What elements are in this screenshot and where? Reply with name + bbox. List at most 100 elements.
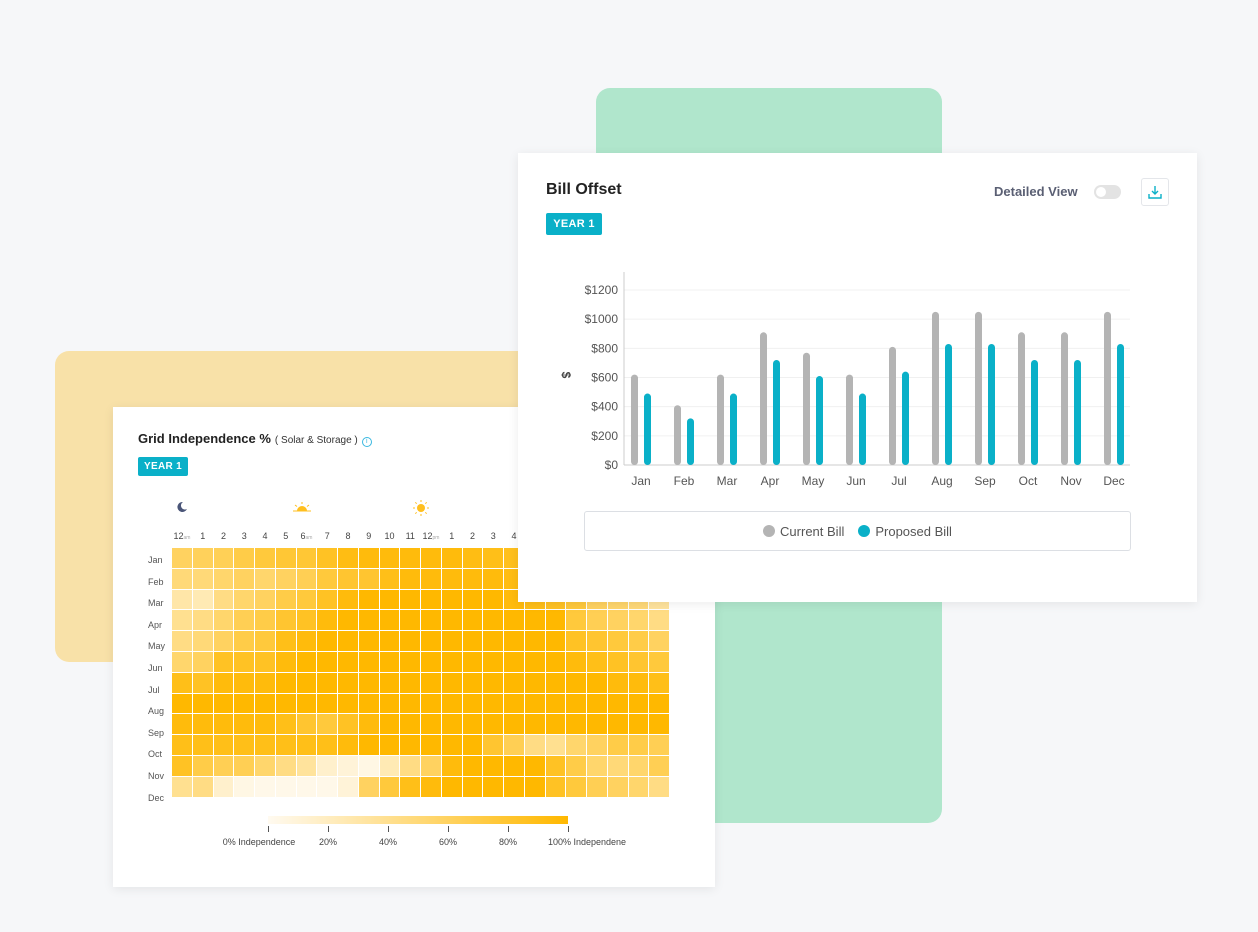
x-tick-label: Jun — [846, 474, 865, 488]
hour-label: 3 — [234, 531, 254, 541]
heatmap-cell — [441, 693, 462, 714]
heatmap-cell — [504, 672, 524, 693]
heatmap-cell — [587, 652, 607, 672]
heatmap-cell — [462, 631, 483, 651]
heatmap-cell — [566, 776, 586, 797]
hour-value: 3 — [241, 531, 247, 541]
heatmap-cell — [587, 693, 607, 714]
heatmap-cell — [275, 610, 296, 631]
heatmap-cell — [192, 672, 213, 693]
heatmap-cell — [421, 589, 441, 610]
heatmap-cell — [296, 652, 317, 672]
heatmap-cell — [234, 693, 254, 714]
y-tick-label: $200 — [591, 429, 618, 443]
heatmap-cell — [524, 610, 545, 631]
heatmap-cell — [649, 672, 669, 693]
heatmap-cell — [379, 631, 400, 651]
hour-label: 2 — [463, 531, 483, 541]
legend-tick-label: 40% — [378, 837, 398, 847]
heatmap-cell — [504, 756, 524, 776]
heatmap-cell — [338, 756, 358, 776]
heatmap-cell — [628, 776, 649, 797]
heatmap-cell — [234, 548, 254, 568]
heatmap-cell — [462, 776, 483, 797]
heatmap-cell — [607, 631, 628, 651]
x-tick-label: May — [802, 474, 825, 488]
heatmap-cell — [462, 714, 483, 735]
heatmap-cell — [566, 756, 586, 776]
heatmap-cell — [338, 714, 358, 735]
heatmap-cell — [172, 776, 192, 797]
heatmap-cell — [483, 631, 503, 651]
legend-item-proposed-bill[interactable]: Proposed Bill — [858, 524, 952, 539]
sunrise-icon — [293, 502, 311, 512]
heatmap-cell — [587, 610, 607, 631]
heatmap-cell — [524, 652, 545, 672]
hour-label: 5 — [276, 531, 296, 541]
heatmap-cell — [566, 631, 586, 651]
x-tick-label: Jan — [631, 474, 650, 488]
heatmap-cell — [462, 548, 483, 568]
heatmap-cell — [545, 756, 566, 776]
heatmap-cell — [607, 610, 628, 631]
heatmap-cell — [379, 672, 400, 693]
heatmap-cell — [338, 652, 358, 672]
bar-current-bill — [674, 405, 681, 465]
heatmap-cell — [192, 693, 213, 714]
heatmap-cell — [275, 714, 296, 735]
heatmap-cell — [504, 631, 524, 651]
heatmap-cell — [566, 652, 586, 672]
heatmap-cell — [192, 652, 213, 672]
heatmap-cell — [421, 548, 441, 568]
bar-proposed-bill — [1117, 343, 1124, 465]
heatmap-cell — [441, 776, 462, 797]
heatmap-cell — [379, 610, 400, 631]
heatmap-cell — [255, 548, 275, 568]
heatmap-cell — [192, 610, 213, 631]
heatmap-cell — [421, 610, 441, 631]
heatmap-cell — [338, 631, 358, 651]
heatmap-cell — [400, 776, 420, 797]
heatmap-cell — [255, 589, 275, 610]
heatmap-cell — [545, 693, 566, 714]
heatmap-cell — [379, 548, 400, 568]
year-badge[interactable]: YEAR 1 — [138, 457, 188, 476]
heatmap-cell — [296, 714, 317, 735]
heatmap-cell — [255, 756, 275, 776]
heatmap-cell — [566, 714, 586, 735]
heatmap-cell — [421, 756, 441, 776]
heatmap-cell — [545, 672, 566, 693]
hour-value: 3 — [490, 531, 496, 541]
info-icon[interactable]: i — [361, 437, 372, 447]
heatmap-cell — [400, 610, 420, 631]
heatmap-cell — [172, 610, 192, 631]
heatmap-cell — [296, 693, 317, 714]
heatmap-cell — [296, 589, 317, 610]
bill-offset-chart: $0 $200 $400 $600 $800 $1000 $1200 $ Jan Feb Mar Ap… — [559, 272, 1130, 488]
heatmap-cell — [649, 693, 669, 714]
heatmap-cell — [255, 568, 275, 589]
heatmap-cell — [172, 693, 192, 714]
legend-tick — [388, 826, 389, 832]
heatmap-cell — [628, 756, 649, 776]
heatmap-cell — [358, 776, 379, 797]
heatmap-cell — [524, 693, 545, 714]
heatmap-cell — [400, 548, 420, 568]
heatmap-cell — [234, 714, 254, 735]
heatmap-cell — [234, 610, 254, 631]
bar-proposed-bill — [902, 371, 909, 465]
heatmap-cell — [358, 693, 379, 714]
hour-value: 12 — [422, 531, 433, 541]
legend-tick — [268, 826, 269, 832]
heatmap-cell — [338, 693, 358, 714]
heatmap-cell — [504, 735, 524, 755]
legend-item-current-bill[interactable]: Current Bill — [763, 524, 844, 539]
heatmap-cell — [441, 756, 462, 776]
heatmap-cell — [255, 652, 275, 672]
heatmap-cell — [504, 652, 524, 672]
bar-proposed-bill — [644, 393, 651, 465]
heatmap-cell — [358, 610, 379, 631]
heatmap-cell — [524, 776, 545, 797]
hour-label: 1 — [193, 531, 213, 541]
bar-proposed-bill — [1074, 360, 1081, 465]
